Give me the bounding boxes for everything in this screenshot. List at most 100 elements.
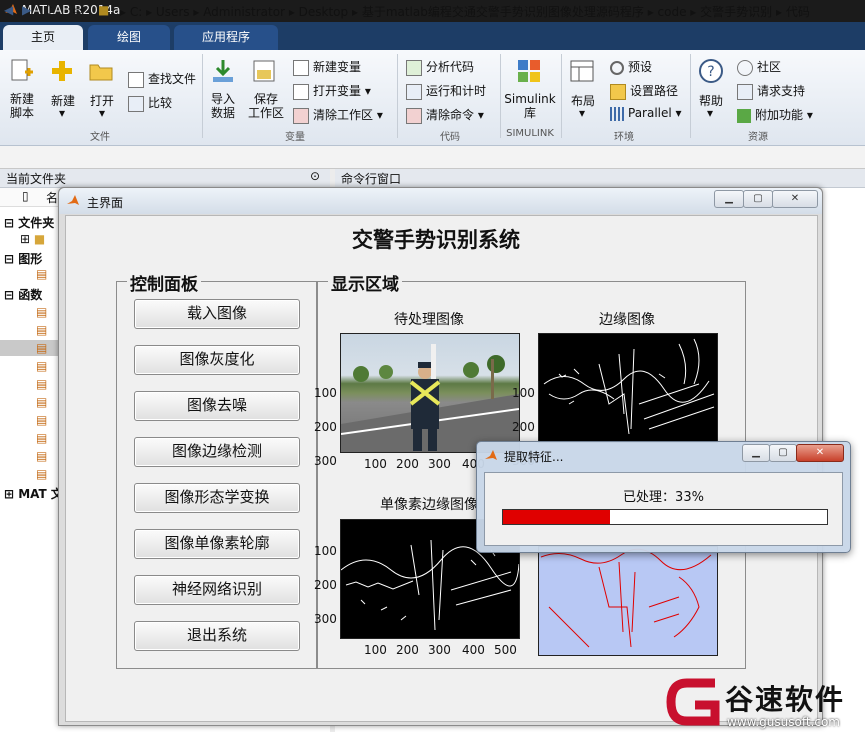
- new-script-label: 新建 脚本: [9, 92, 34, 120]
- community-button[interactable]: 社区: [737, 58, 781, 76]
- neural-network-button[interactable]: 神经网络识别: [134, 575, 300, 605]
- up-folder-icon[interactable]: ⇧: [44, 3, 54, 17]
- import-data-button[interactable]: [210, 58, 238, 87]
- request-support-button[interactable]: 请求支持: [737, 82, 805, 100]
- watermark-logo-icon: [666, 678, 720, 726]
- maximize-button[interactable]: ▢: [743, 190, 773, 208]
- back-arrow-icon[interactable]: ◀: [4, 3, 13, 17]
- morphology-button[interactable]: 图像形态学变换: [134, 483, 300, 513]
- clear-workspace-label: 清除工作区: [313, 108, 374, 122]
- folder-icon: ■: [98, 3, 110, 17]
- chevron-down-icon[interactable]: ▾: [95, 106, 109, 120]
- edge-detection-button[interactable]: 图像边缘检测: [134, 437, 300, 467]
- new-button[interactable]: [49, 58, 77, 87]
- parallel-icon: [610, 106, 624, 121]
- breadcrumb-item[interactable]: 交警手势识别: [700, 5, 772, 19]
- simulink-library-label: Simulink 库: [504, 92, 556, 120]
- preferences-button[interactable]: 预设: [610, 58, 652, 75]
- compare-icon: [128, 95, 144, 112]
- denoise-button[interactable]: 图像去噪: [134, 391, 300, 421]
- breadcrumb-item[interactable]: code: [658, 5, 687, 19]
- selected-row[interactable]: [0, 340, 58, 356]
- figure-file-icon[interactable]: ▤: [36, 267, 47, 281]
- section-figures[interactable]: ⊟ 图形: [4, 250, 42, 267]
- save-workspace-button[interactable]: [251, 58, 279, 87]
- column-name[interactable]: 名: [46, 189, 58, 206]
- edge-image: [538, 333, 718, 443]
- folder-row[interactable]: ⊞ ■: [20, 232, 45, 246]
- simulink-library-button[interactable]: [516, 58, 544, 87]
- find-files-label: 查找文件: [148, 72, 197, 86]
- open-variable-label: 打开变量: [313, 84, 362, 98]
- open-button[interactable]: [88, 58, 116, 87]
- clear-workspace-button[interactable]: 清除工作区 ▾: [293, 106, 383, 124]
- gear-icon: [610, 60, 624, 75]
- control-panel: [116, 281, 318, 669]
- load-image-button[interactable]: 载入图像: [134, 299, 300, 329]
- address-bar[interactable]: [0, 146, 865, 169]
- y-tick-label: 100: [512, 386, 535, 400]
- forward-arrow-icon[interactable]: ▶: [22, 3, 31, 17]
- breadcrumb: ▸ C: ▸ Users ▸ Administrator ▸ Desktop ▸…: [120, 5, 810, 19]
- exit-button[interactable]: 退出系统: [134, 621, 300, 651]
- breadcrumb-item[interactable]: Desktop: [299, 5, 349, 19]
- find-files-icon: [128, 71, 144, 88]
- single-pixel-contour-button[interactable]: 图像单像素轮廓: [134, 529, 300, 559]
- save-workspace-icon: [253, 60, 275, 82]
- breadcrumb-item[interactable]: 代码: [786, 5, 810, 19]
- close-button[interactable]: ✕: [772, 190, 818, 208]
- browse-folder-icon[interactable]: ▭: [72, 3, 83, 17]
- compare-label: 比较: [148, 96, 173, 110]
- breadcrumb-item[interactable]: Users: [156, 5, 190, 19]
- run-and-time-label: 运行和计时: [426, 84, 487, 98]
- x-tick-label: 400: [462, 643, 485, 657]
- new-variable-button[interactable]: 新建变量: [293, 58, 361, 76]
- compare-button[interactable]: 比较: [128, 94, 172, 112]
- set-path-label: 设置路径: [630, 84, 679, 98]
- figure-title: 主界面: [87, 196, 124, 210]
- current-folder-header: 当前文件夹 ⊙: [0, 169, 330, 188]
- control-panel-title: 控制面板: [127, 270, 201, 295]
- layout-button[interactable]: [569, 58, 597, 87]
- breadcrumb-item[interactable]: 基于matlab编程交通交警手势识别图像处理源码程序: [362, 5, 644, 19]
- run-and-time-button[interactable]: 运行和计时: [406, 82, 486, 100]
- dialog-title: 提取特征...: [504, 450, 564, 464]
- addons-button[interactable]: 附加功能 ▾: [737, 106, 813, 123]
- chevron-down-icon[interactable]: ▾: [575, 106, 589, 120]
- maximize-button[interactable]: ▢: [769, 444, 797, 462]
- minimize-button[interactable]: ▁: [714, 190, 744, 208]
- tab-apps[interactable]: 应用程序: [174, 25, 278, 50]
- y-tick-label: 200: [314, 578, 337, 592]
- folder-icon: ■: [33, 232, 46, 246]
- figure-title-bar[interactable]: 主界面 ▁ ▢ ✕: [59, 188, 822, 214]
- help-button[interactable]: ?: [698, 58, 726, 87]
- parallel-button[interactable]: Parallel ▾: [610, 106, 682, 121]
- tab-plots[interactable]: 绘图: [88, 25, 170, 50]
- open-variable-button[interactable]: 打开变量 ▾: [293, 82, 371, 100]
- chevron-down-icon[interactable]: ▾: [55, 106, 69, 120]
- new-script-button[interactable]: [8, 58, 40, 87]
- clear-commands-button[interactable]: 清除命令 ▾: [406, 106, 484, 124]
- new-variable-label: 新建变量: [313, 60, 362, 74]
- section-label: 函数: [18, 288, 43, 302]
- tab-home[interactable]: 主页: [3, 25, 83, 50]
- new-script-icon: [11, 59, 33, 81]
- chevron-down-icon[interactable]: ▾: [703, 106, 717, 120]
- set-path-button[interactable]: 设置路径: [610, 82, 678, 100]
- function-file-list[interactable]: ▤ ▤ ▤ ▤ ▤ ▤ ▤ ▤ ▤ ▤: [36, 303, 47, 483]
- find-files-button[interactable]: 查找文件: [128, 70, 196, 88]
- panel-menu-icon[interactable]: ⊙: [310, 169, 320, 183]
- x-tick-label: 100: [364, 457, 387, 471]
- section-mat-files[interactable]: ⊞ MAT 文: [4, 485, 63, 502]
- section-functions[interactable]: ⊟ 函数: [4, 286, 42, 303]
- minimize-button[interactable]: ▁: [742, 444, 770, 462]
- close-button[interactable]: ✕: [796, 444, 844, 462]
- breadcrumb-item[interactable]: C:: [130, 5, 142, 19]
- analyze-code-button[interactable]: 分析代码: [406, 58, 474, 76]
- matlab-logo-icon: [67, 195, 79, 205]
- file-icon: ▯: [22, 189, 29, 203]
- breadcrumb-item[interactable]: Administrator: [203, 5, 285, 19]
- grayscale-button[interactable]: 图像灰度化: [134, 345, 300, 375]
- section-folders[interactable]: ⊟ 文件夹: [4, 214, 54, 231]
- run-and-time-icon: [406, 83, 422, 100]
